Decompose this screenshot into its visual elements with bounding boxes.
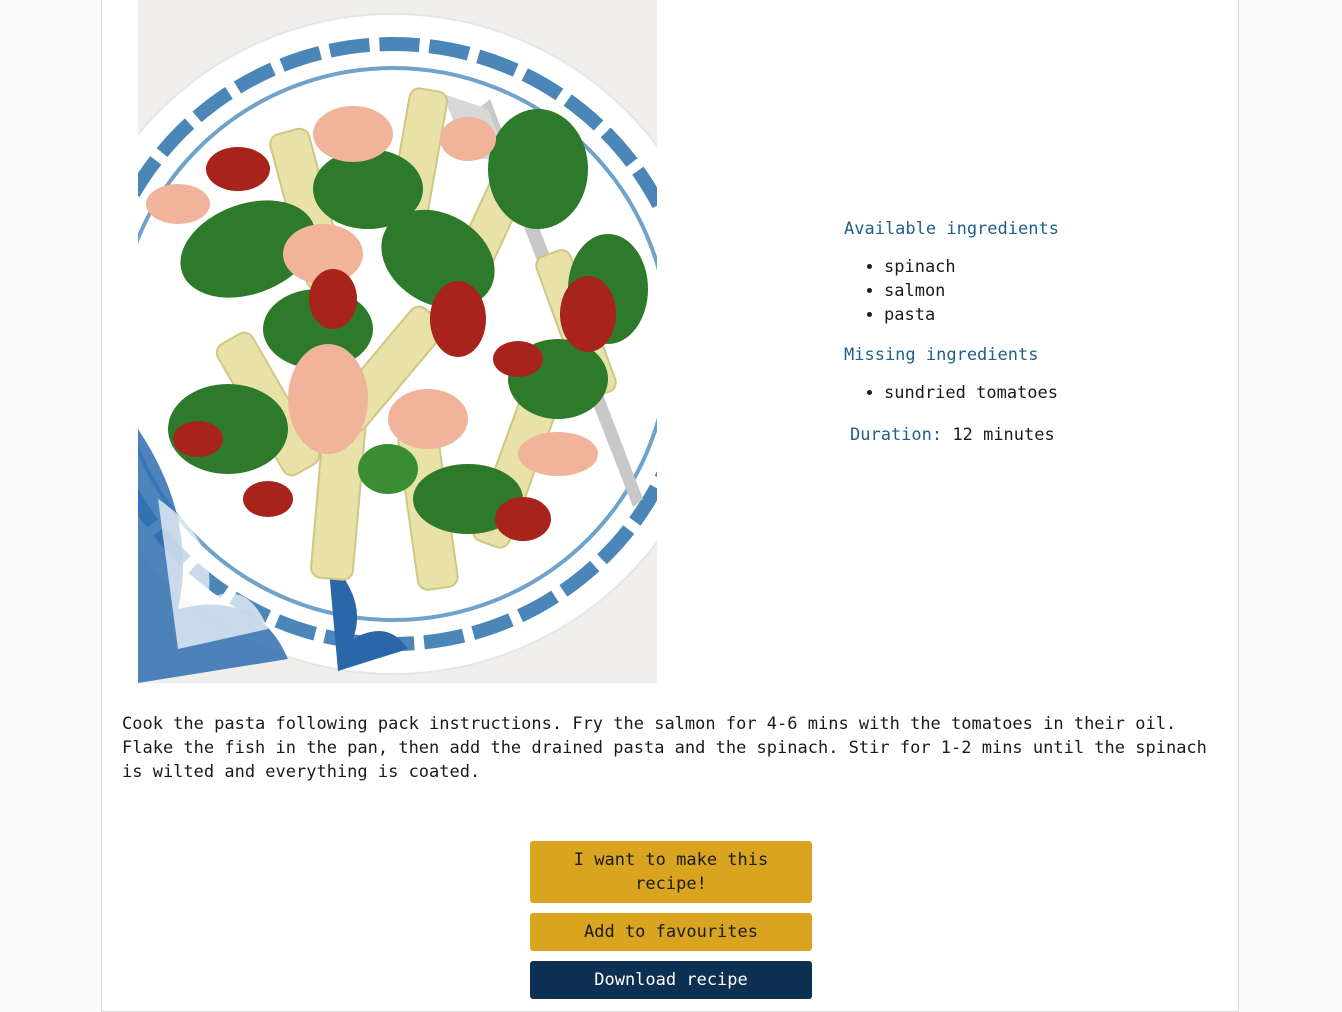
make-recipe-button[interactable]: I want to make this recipe! xyxy=(530,841,812,903)
available-ingredients-list: spinach salmon pasta xyxy=(844,255,1144,327)
list-item: pasta xyxy=(884,303,1144,327)
duration-label: Duration: xyxy=(850,425,943,445)
available-ingredients-heading: Available ingredients xyxy=(844,219,1059,239)
recipe-photo xyxy=(138,0,657,683)
list-item: spinach xyxy=(884,255,1144,279)
add-to-favourites-button[interactable]: Add to favourites xyxy=(530,913,812,951)
recipe-card: Available ingredients spinach salmon pas… xyxy=(101,0,1239,1012)
recipe-instructions: Cook the pasta following pack instructio… xyxy=(122,714,1207,782)
list-item: salmon xyxy=(884,279,1144,303)
pasta-dish-image xyxy=(138,0,657,683)
duration: Duration: 12 minutes xyxy=(844,423,1144,447)
duration-value: 12 minutes xyxy=(952,425,1055,445)
missing-ingredients-heading: Missing ingredients xyxy=(844,345,1039,365)
missing-ingredients-list: sundried tomatoes xyxy=(844,381,1144,405)
ingredients-panel: Available ingredients spinach salmon pas… xyxy=(844,217,1144,447)
list-item: sundried tomatoes xyxy=(884,381,1144,405)
download-recipe-button[interactable]: Download recipe xyxy=(530,961,812,999)
